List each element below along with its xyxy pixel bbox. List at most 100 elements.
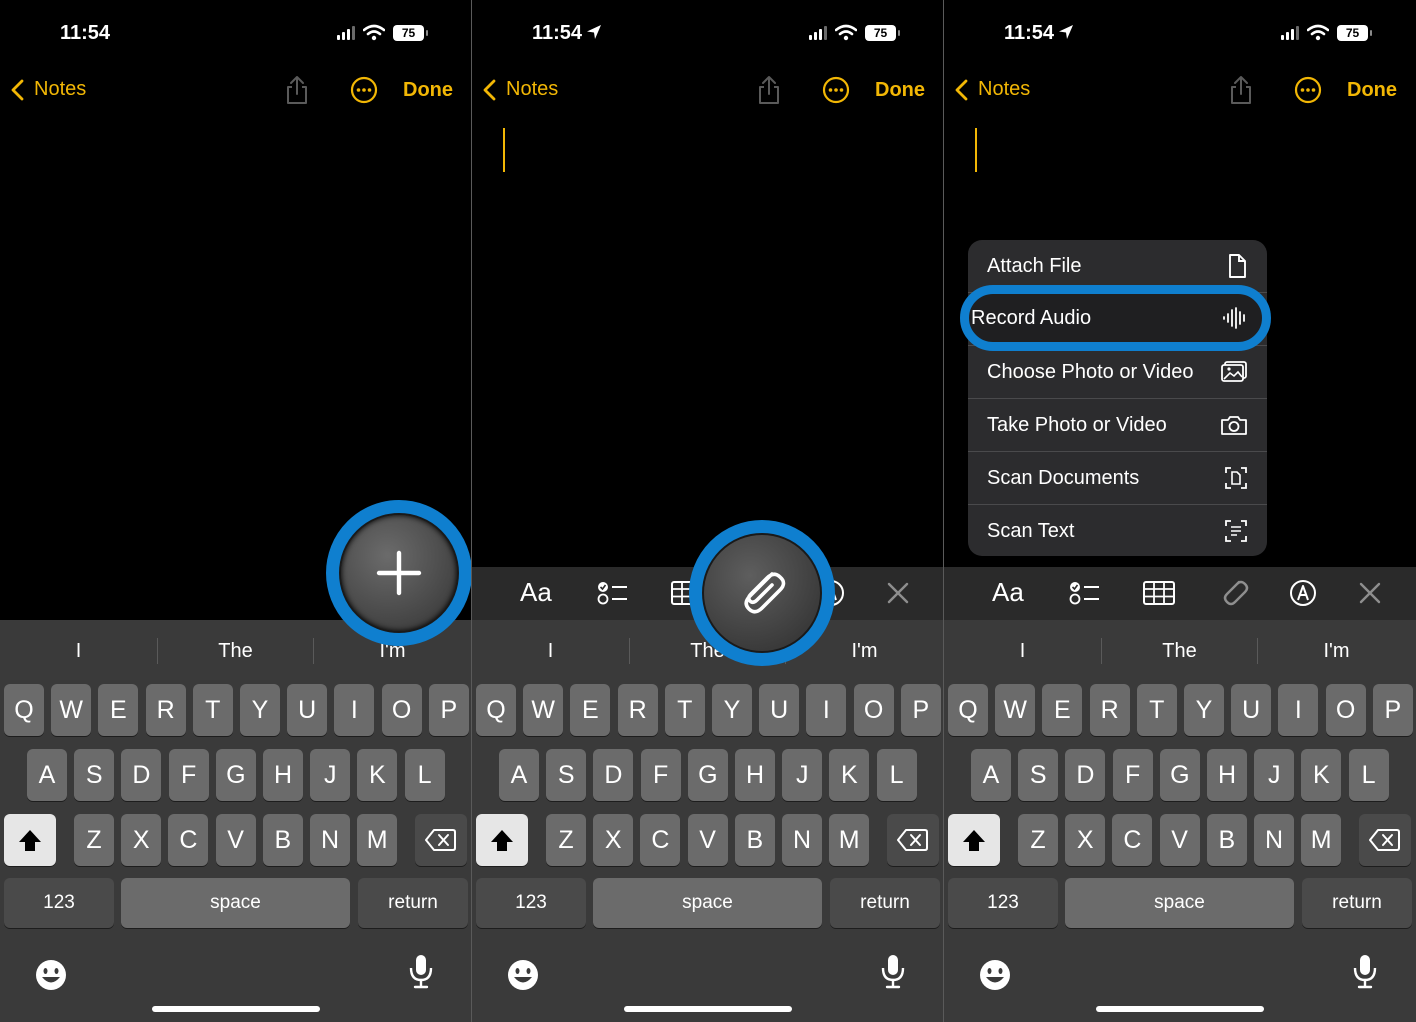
- key-u[interactable]: U: [1231, 684, 1272, 736]
- key-o[interactable]: O: [381, 684, 422, 736]
- back-button[interactable]: Notes: [10, 78, 86, 101]
- key-l[interactable]: L: [404, 749, 445, 801]
- close-icon[interactable]: [886, 581, 910, 605]
- key-k[interactable]: K: [829, 749, 870, 801]
- key-m[interactable]: M: [829, 814, 870, 866]
- suggestion-0[interactable]: I: [0, 634, 157, 668]
- key-s[interactable]: S: [74, 749, 115, 801]
- key-g[interactable]: G: [1159, 749, 1200, 801]
- key-n[interactable]: N: [1254, 814, 1294, 866]
- backspace-key[interactable]: [887, 814, 939, 866]
- key-a[interactable]: A: [971, 749, 1011, 801]
- done-button[interactable]: Done: [1347, 79, 1397, 102]
- key-q[interactable]: Q: [948, 684, 988, 736]
- key-u[interactable]: U: [287, 684, 328, 736]
- key-t[interactable]: T: [1136, 684, 1177, 736]
- key-h[interactable]: H: [1207, 749, 1247, 801]
- key-d[interactable]: D: [593, 749, 634, 801]
- return-key[interactable]: return: [830, 878, 940, 928]
- share-icon[interactable]: [284, 74, 310, 106]
- backspace-key[interactable]: [1359, 814, 1411, 866]
- key-x[interactable]: X: [1065, 814, 1106, 866]
- key-v[interactable]: V: [215, 814, 256, 866]
- text-format-button[interactable]: Aa: [992, 576, 1024, 608]
- attachment-button[interactable]: [704, 535, 820, 651]
- key-a[interactable]: A: [499, 749, 539, 801]
- shift-key[interactable]: [476, 814, 528, 866]
- key-y[interactable]: Y: [240, 684, 280, 736]
- key-p[interactable]: P: [1372, 684, 1413, 736]
- shift-key[interactable]: [948, 814, 1000, 866]
- key-j[interactable]: J: [1254, 749, 1295, 801]
- space-key[interactable]: space: [121, 878, 350, 928]
- more-icon[interactable]: [350, 76, 378, 104]
- suggestion-1[interactable]: The: [1102, 634, 1257, 668]
- key-i[interactable]: I: [334, 684, 375, 736]
- key-t[interactable]: T: [192, 684, 233, 736]
- key-c[interactable]: C: [168, 814, 209, 866]
- suggestion-1[interactable]: The: [158, 634, 313, 668]
- key-l[interactable]: L: [876, 749, 917, 801]
- share-icon[interactable]: [1228, 74, 1254, 106]
- key-o[interactable]: O: [853, 684, 894, 736]
- key-q[interactable]: Q: [476, 684, 516, 736]
- checklist-icon[interactable]: [1069, 580, 1101, 606]
- microphone-icon[interactable]: [1352, 954, 1378, 990]
- menu-item-choose-photo-or-video[interactable]: Choose Photo or Video: [968, 346, 1267, 398]
- key-p[interactable]: P: [900, 684, 941, 736]
- emoji-icon[interactable]: [506, 958, 540, 992]
- key-f[interactable]: F: [1112, 749, 1153, 801]
- key-n[interactable]: N: [782, 814, 822, 866]
- text-format-button[interactable]: Aa: [520, 576, 552, 608]
- key-z[interactable]: Z: [74, 814, 114, 866]
- key-a[interactable]: A: [27, 749, 67, 801]
- key-c[interactable]: C: [1112, 814, 1153, 866]
- key-f[interactable]: F: [168, 749, 209, 801]
- key-v[interactable]: V: [687, 814, 728, 866]
- key-c[interactable]: C: [640, 814, 681, 866]
- numbers-key[interactable]: 123: [948, 878, 1058, 928]
- key-h[interactable]: H: [735, 749, 775, 801]
- back-button[interactable]: Notes: [954, 78, 1030, 101]
- key-d[interactable]: D: [121, 749, 162, 801]
- space-key[interactable]: space: [593, 878, 822, 928]
- key-t[interactable]: T: [664, 684, 705, 736]
- key-x[interactable]: X: [593, 814, 634, 866]
- return-key[interactable]: return: [358, 878, 468, 928]
- key-k[interactable]: K: [357, 749, 398, 801]
- more-icon[interactable]: [1294, 76, 1322, 104]
- return-key[interactable]: return: [1302, 878, 1412, 928]
- key-e[interactable]: E: [570, 684, 611, 736]
- shift-key[interactable]: [4, 814, 56, 866]
- key-h[interactable]: H: [263, 749, 303, 801]
- key-f[interactable]: F: [640, 749, 681, 801]
- microphone-icon[interactable]: [408, 954, 434, 990]
- key-w[interactable]: W: [995, 684, 1036, 736]
- key-g[interactable]: G: [687, 749, 728, 801]
- key-k[interactable]: K: [1301, 749, 1342, 801]
- key-w[interactable]: W: [51, 684, 92, 736]
- key-x[interactable]: X: [121, 814, 162, 866]
- key-n[interactable]: N: [310, 814, 350, 866]
- key-w[interactable]: W: [523, 684, 564, 736]
- key-r[interactable]: R: [145, 684, 186, 736]
- key-m[interactable]: M: [1301, 814, 1342, 866]
- record-audio-highlight[interactable]: Record Audio: [960, 285, 1271, 351]
- key-b[interactable]: B: [262, 814, 303, 866]
- key-z[interactable]: Z: [546, 814, 586, 866]
- attachment-icon[interactable]: [1217, 576, 1251, 610]
- checklist-icon[interactable]: [597, 580, 629, 606]
- key-g[interactable]: G: [215, 749, 256, 801]
- key-v[interactable]: V: [1159, 814, 1200, 866]
- menu-item-record-audio[interactable]: Record Audio: [969, 294, 1262, 342]
- key-i[interactable]: I: [806, 684, 847, 736]
- key-z[interactable]: Z: [1018, 814, 1058, 866]
- key-b[interactable]: B: [1206, 814, 1247, 866]
- back-button[interactable]: Notes: [482, 78, 558, 101]
- key-u[interactable]: U: [759, 684, 800, 736]
- menu-item-scan-documents[interactable]: Scan Documents: [968, 452, 1267, 504]
- menu-item-scan-text[interactable]: Scan Text: [968, 505, 1267, 556]
- done-button[interactable]: Done: [875, 79, 925, 102]
- emoji-icon[interactable]: [978, 958, 1012, 992]
- key-i[interactable]: I: [1278, 684, 1319, 736]
